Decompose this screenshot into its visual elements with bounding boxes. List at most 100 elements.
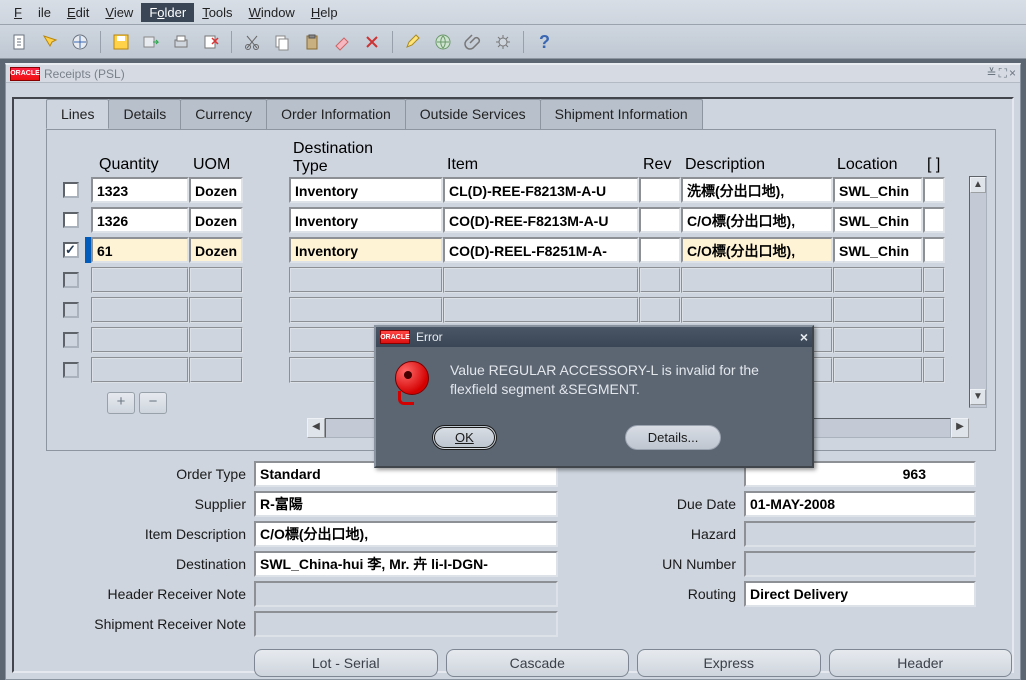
- location-field[interactable]: SWL_Chin: [833, 207, 923, 233]
- empty-cell: [923, 267, 945, 293]
- empty-cell: [833, 297, 923, 323]
- oracle-logo-icon: ORACLE: [380, 330, 410, 344]
- flex-field[interactable]: [923, 177, 945, 203]
- rev-field[interactable]: [639, 237, 681, 263]
- next-step-icon[interactable]: [139, 30, 163, 54]
- lot-serial-button[interactable]: Lot - Serial: [254, 649, 438, 677]
- destination-field[interactable]: SWL_China-hui 李, Mr. 卉 li-I-DGN-: [254, 551, 558, 577]
- description-field[interactable]: C/O標(分出口地),: [681, 207, 833, 233]
- row-checkbox[interactable]: [63, 242, 79, 258]
- col-quantity: Quantity: [91, 140, 189, 176]
- scroll-right-icon[interactable]: ▶: [951, 418, 969, 438]
- supplier-field[interactable]: R-富陽: [254, 491, 558, 517]
- window-titlebar: ORACLE Receipts (PSL) ≚ ⛶ ×: [6, 65, 1020, 83]
- menu-window[interactable]: Window: [241, 3, 303, 22]
- close-form-icon[interactable]: [199, 30, 223, 54]
- save-icon[interactable]: [109, 30, 133, 54]
- remove-row-button[interactable]: −: [139, 392, 167, 414]
- empty-cell: [443, 267, 639, 293]
- due-date-field[interactable]: 01-MAY-2008: [744, 491, 976, 517]
- menu-view[interactable]: View: [97, 3, 141, 22]
- dialog-close-icon[interactable]: ×: [800, 329, 808, 345]
- delete-icon[interactable]: [360, 30, 384, 54]
- table-row: 61Dozen InventoryCO(D)-REEL-F8251M-A- C/O標…: [55, 236, 967, 264]
- row-checkbox[interactable]: [63, 182, 79, 198]
- quantity-field[interactable]: 61: [91, 237, 189, 263]
- tools-icon[interactable]: [491, 30, 515, 54]
- empty-cell: [189, 327, 243, 353]
- empty-cell: [91, 357, 189, 383]
- destination-label: Destination: [50, 556, 254, 572]
- location-field[interactable]: SWL_Chin: [833, 177, 923, 203]
- empty-cell: [91, 297, 189, 323]
- un-number-field: [744, 551, 976, 577]
- item-desc-field[interactable]: C/O標(分出口地),: [254, 521, 558, 547]
- translate-icon[interactable]: [431, 30, 455, 54]
- cut-icon[interactable]: [240, 30, 264, 54]
- tab-shipment-info[interactable]: Shipment Information: [540, 99, 703, 129]
- empty-cell: [91, 327, 189, 353]
- dest-type-field[interactable]: Inventory: [289, 207, 443, 233]
- col-flex: [ ]: [923, 140, 945, 176]
- row-checkbox[interactable]: [63, 212, 79, 228]
- tab-outside-services[interactable]: Outside Services: [405, 99, 541, 129]
- tab-order-info[interactable]: Order Information: [266, 99, 406, 129]
- item-field[interactable]: CL(D)-REE-F8213M-A-U: [443, 177, 639, 203]
- item-field[interactable]: CO(D)-REEL-F8251M-A-: [443, 237, 639, 263]
- dest-type-field[interactable]: Inventory: [289, 177, 443, 203]
- tab-lines[interactable]: Lines: [46, 99, 109, 129]
- dialog-titlebar[interactable]: ORACLE Error ×: [376, 327, 812, 347]
- copy-icon[interactable]: [270, 30, 294, 54]
- navigator-icon[interactable]: [68, 30, 92, 54]
- add-row-button[interactable]: +: [107, 392, 135, 414]
- col-dest-type: DestinationType: [289, 140, 443, 176]
- oracle-logo-icon: ORACLE: [10, 67, 40, 81]
- description-field[interactable]: 洗標(分出口地),: [681, 177, 833, 203]
- quantity-field[interactable]: 1326: [91, 207, 189, 233]
- dialog-details-button[interactable]: Details...: [625, 425, 722, 450]
- edit-field-icon[interactable]: [401, 30, 425, 54]
- minimize-icon[interactable]: ≚: [987, 66, 997, 81]
- menu-tools[interactable]: Tools: [194, 3, 240, 22]
- dialog-ok-button[interactable]: OK: [432, 425, 497, 450]
- close-window-icon[interactable]: ×: [1009, 66, 1016, 81]
- paste-icon[interactable]: [300, 30, 324, 54]
- header-button[interactable]: Header: [829, 649, 1013, 677]
- express-button[interactable]: Express: [637, 649, 821, 677]
- dest-type-field[interactable]: Inventory: [289, 237, 443, 263]
- scroll-left-icon[interactable]: ◀: [307, 418, 325, 438]
- help-icon[interactable]: ?: [532, 30, 556, 54]
- uom-field[interactable]: Dozen: [189, 207, 243, 233]
- menu-folder[interactable]: Folder: [141, 3, 194, 22]
- uom-field[interactable]: Dozen: [189, 237, 243, 263]
- rev-field[interactable]: [639, 177, 681, 203]
- attachments-icon[interactable]: [461, 30, 485, 54]
- rev-field[interactable]: [639, 207, 681, 233]
- clear-icon[interactable]: [330, 30, 354, 54]
- location-field[interactable]: SWL_Chin: [833, 237, 923, 263]
- flex-field[interactable]: [923, 237, 945, 263]
- cascade-button[interactable]: Cascade: [446, 649, 630, 677]
- menu-help[interactable]: Help: [303, 3, 346, 22]
- tab-currency[interactable]: Currency: [180, 99, 267, 129]
- scroll-down-icon[interactable]: ▼: [970, 389, 986, 405]
- new-icon[interactable]: [8, 30, 32, 54]
- routing-field[interactable]: Direct Delivery: [744, 581, 976, 607]
- find-icon[interactable]: [38, 30, 62, 54]
- scroll-up-icon[interactable]: ▲: [970, 177, 986, 193]
- print-icon[interactable]: [169, 30, 193, 54]
- description-field[interactable]: C/O標(分出口地),: [681, 237, 833, 263]
- row-checkbox: [63, 272, 79, 288]
- menu-file[interactable]: File: [6, 3, 59, 22]
- restore-icon[interactable]: ⛶: [999, 66, 1007, 81]
- vertical-scrollbar[interactable]: ▲ ▼: [969, 176, 987, 408]
- item-field[interactable]: CO(D)-REE-F8213M-A-U: [443, 207, 639, 233]
- dialog-message: Value REGULAR ACCESSORY-L is invalid for…: [450, 361, 796, 407]
- separator: [231, 31, 232, 53]
- uom-field[interactable]: Dozen: [189, 177, 243, 203]
- quantity-field[interactable]: 1323: [91, 177, 189, 203]
- tab-details[interactable]: Details: [108, 99, 181, 129]
- flex-field[interactable]: [923, 207, 945, 233]
- menu-edit[interactable]: Edit: [59, 3, 97, 22]
- empty-cell: [833, 357, 923, 383]
